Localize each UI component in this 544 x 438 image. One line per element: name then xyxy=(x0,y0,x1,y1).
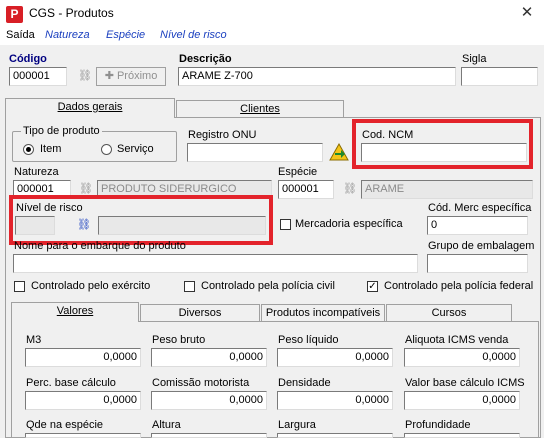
tab-dados-gerais-label: Dados gerais xyxy=(57,101,123,113)
peso-liquido-input[interactable]: 0,0000 xyxy=(277,348,393,367)
app-icon: P xyxy=(6,6,23,23)
valor-base-icms-input[interactable]: 0,0000 xyxy=(404,391,520,410)
window-title: CGS - Produtos xyxy=(29,6,114,20)
codigo-input[interactable]: 000001 xyxy=(9,67,67,86)
tab-clientes-label: Clientes xyxy=(240,103,280,115)
menu-natureza[interactable]: Natureza xyxy=(45,28,90,43)
tab-cursos-label: Cursos xyxy=(431,307,467,319)
peso-bruto-label: Peso bruto xyxy=(152,334,206,346)
peso-liquido-label: Peso líquido xyxy=(278,334,339,346)
profundidade-label: Profundidade xyxy=(405,419,471,431)
largura-label: Largura xyxy=(278,419,316,431)
plus-icon: ✚ xyxy=(104,70,117,82)
tab-produtos-incompativeis-label: Produtos incompatíveis xyxy=(265,307,381,319)
aliquota-icms-input[interactable]: 0,0000 xyxy=(404,348,520,367)
grupo-embalagem-input[interactable] xyxy=(427,254,528,273)
m3-input[interactable]: 0,0000 xyxy=(25,348,141,367)
nivel-risco-binoculars-icon[interactable]: ⛓ xyxy=(74,216,94,235)
menu-especie[interactable]: Espécie xyxy=(106,28,145,43)
federal-label: Controlado pela polícia federal xyxy=(384,280,534,292)
densidade-label: Densidade xyxy=(278,377,331,389)
proximo-button[interactable]: ✚ Próximo xyxy=(96,67,166,86)
civil-checkbox[interactable] xyxy=(184,281,195,292)
close-icon[interactable]: ✕ xyxy=(516,4,538,22)
nivel-risco-label: Nível de risco xyxy=(16,202,83,214)
exercito-label: Controlado pelo exército xyxy=(31,280,151,292)
exercito-checkbox[interactable] xyxy=(14,281,25,292)
tab-clientes[interactable]: Clientes xyxy=(176,100,344,118)
item-label: Item xyxy=(40,143,62,155)
perc-base-input[interactable]: 0,0000 xyxy=(25,391,141,410)
qde-especie-label: Qde na espécie xyxy=(26,419,104,431)
nome-embarque-input[interactable] xyxy=(13,254,418,273)
tab-diversos[interactable]: Diversos xyxy=(140,304,260,322)
natureza-label: Natureza xyxy=(14,166,59,178)
proximo-label: Próximo xyxy=(116,70,158,82)
descricao-input[interactable]: ARAME Z-700 xyxy=(178,67,456,86)
warning-icon[interactable] xyxy=(329,142,349,162)
comissao-input[interactable]: 0,0000 xyxy=(151,391,267,410)
tab-dados-gerais[interactable]: Dados gerais xyxy=(5,98,175,118)
binoculars-icon[interactable]: ⛓ xyxy=(75,67,95,86)
sigla-label: Sigla xyxy=(462,53,487,65)
codigo-label: Código xyxy=(9,53,47,65)
tab-diversos-label: Diversos xyxy=(178,307,222,319)
item-radio[interactable] xyxy=(23,144,34,155)
densidade-input[interactable]: 0,0000 xyxy=(277,391,393,410)
especie-binoculars-icon[interactable]: ⛓ xyxy=(340,180,360,199)
servico-label: Serviço xyxy=(117,143,154,155)
cod-merc-input[interactable]: 0 xyxy=(427,216,528,235)
federal-checkbox[interactable]: ✓ xyxy=(367,281,378,292)
mercadoria-checkbox[interactable] xyxy=(280,219,291,230)
profundidade-input[interactable] xyxy=(404,433,520,438)
menu-saida[interactable]: Saída xyxy=(6,28,35,43)
especie-label: Espécie xyxy=(278,166,318,178)
mercadoria-label: Mercadoria específica xyxy=(295,218,403,230)
altura-input[interactable] xyxy=(151,433,267,438)
qde-especie-input[interactable] xyxy=(25,433,141,438)
especie-code-input[interactable]: 000001 xyxy=(278,180,334,199)
peso-bruto-input[interactable]: 0,0000 xyxy=(151,348,267,367)
valor-base-icms-label: Valor base cálculo ICMS xyxy=(405,377,525,389)
registro-onu-input[interactable] xyxy=(187,143,323,162)
tipo-produto-label: Tipo de produto xyxy=(21,125,102,137)
perc-base-label: Perc. base cálculo xyxy=(26,377,116,389)
m3-label: M3 xyxy=(26,334,42,346)
servico-radio[interactable] xyxy=(101,144,112,155)
menu-nivel-risco[interactable]: Nível de risco xyxy=(160,28,227,43)
nivel-risco-code-input xyxy=(15,216,55,235)
descricao-label: Descrição xyxy=(179,53,232,65)
tab-cursos[interactable]: Cursos xyxy=(386,304,512,322)
nome-embarque-label: Nome para o embarque do produto xyxy=(14,240,186,252)
nivel-risco-desc-input xyxy=(98,216,266,235)
tab-produtos-incompativeis[interactable]: Produtos incompatíveis xyxy=(261,304,385,322)
comissao-label: Comissão motorista xyxy=(152,377,250,389)
especie-desc-input: ARAME xyxy=(361,180,533,199)
aliquota-icms-label: Aliquota ICMS venda xyxy=(405,334,509,346)
cod-ncm-label: Cod. NCM xyxy=(362,129,414,141)
altura-label: Altura xyxy=(152,419,181,431)
largura-input[interactable] xyxy=(277,433,393,438)
tab-valores-label: Valores xyxy=(56,305,94,317)
civil-label: Controlado pela polícia civil xyxy=(201,280,335,292)
cod-merc-label: Cód. Merc específica xyxy=(428,202,532,214)
cod-ncm-input[interactable] xyxy=(361,143,527,162)
grupo-embalagem-label: Grupo de embalagem xyxy=(428,240,535,252)
tab-valores[interactable]: Valores xyxy=(11,302,139,322)
registro-onu-label: Registro ONU xyxy=(188,129,257,141)
sigla-input[interactable] xyxy=(461,67,538,86)
